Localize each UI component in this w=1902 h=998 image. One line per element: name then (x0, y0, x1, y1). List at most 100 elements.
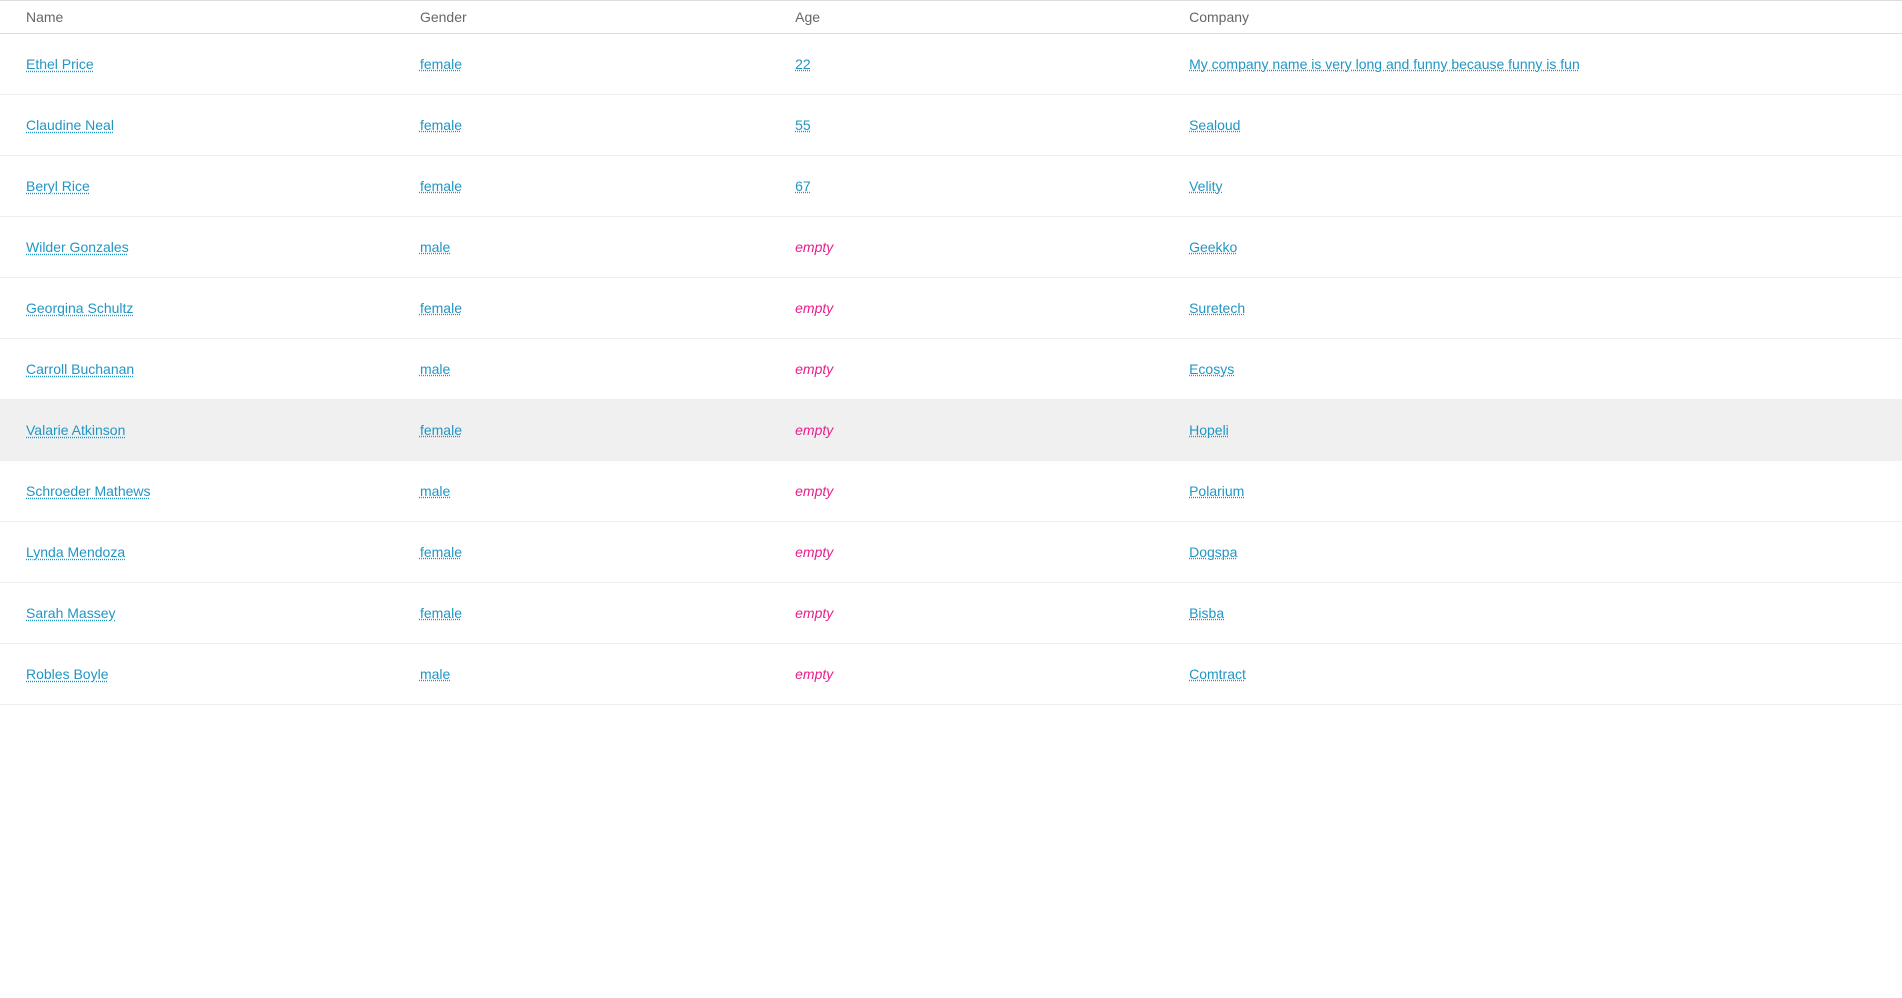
cell-gender: female (420, 56, 795, 72)
age-empty: empty (795, 666, 833, 682)
gender-link[interactable]: male (420, 361, 450, 377)
company-link[interactable]: Bisba (1189, 605, 1224, 621)
table-row: Georgina Schultz female empty Suretech (0, 278, 1902, 339)
cell-gender: male (420, 666, 795, 682)
gender-link[interactable]: female (420, 605, 462, 621)
cell-company: Geekko (1189, 239, 1902, 255)
age-empty: empty (795, 605, 833, 621)
gender-link[interactable]: male (420, 483, 450, 499)
header-gender: Gender (420, 9, 795, 25)
cell-company: Comtract (1189, 666, 1902, 682)
cell-name: Ethel Price (26, 56, 420, 72)
company-link[interactable]: My company name is very long and funny b… (1189, 56, 1580, 72)
company-link[interactable]: Velity (1189, 178, 1222, 194)
table-wrapper: Name Gender Age Company Ethel Price femal… (0, 0, 1902, 705)
table-row: Ethel Price female 22 My company name is ve… (0, 34, 1902, 95)
name-link[interactable]: Ethel Price (26, 56, 94, 72)
cell-company: Sealoud (1189, 117, 1902, 133)
company-link[interactable]: Polarium (1189, 483, 1244, 499)
cell-name: Carroll Buchanan (26, 361, 420, 377)
company-link[interactable]: Suretech (1189, 300, 1245, 316)
table-row: Claudine Neal female 55 Sealoud (0, 95, 1902, 156)
table-row: Lynda Mendoza female empty Dogspa (0, 522, 1902, 583)
cell-name: Lynda Mendoza (26, 544, 420, 560)
name-link[interactable]: Claudine Neal (26, 117, 114, 133)
age-empty: empty (795, 483, 833, 499)
company-link[interactable]: Dogspa (1189, 544, 1237, 560)
cell-name: Beryl Rice (26, 178, 420, 194)
header-name: Name (26, 9, 420, 25)
name-link[interactable]: Schroeder Mathews (26, 483, 151, 499)
age-link[interactable]: 22 (795, 56, 811, 72)
header-age: Age (795, 9, 1189, 25)
cell-age: empty (795, 666, 1189, 682)
name-link[interactable]: Robles Boyle (26, 666, 109, 682)
cell-company: Bisba (1189, 605, 1902, 621)
cell-company: Hopeli (1189, 422, 1902, 438)
cell-name: Robles Boyle (26, 666, 420, 682)
table-row: Robles Boyle male empty Comtract (0, 644, 1902, 705)
cell-gender: female (420, 422, 795, 438)
cell-age: empty (795, 239, 1189, 255)
cell-gender: male (420, 361, 795, 377)
cell-age: empty (795, 300, 1189, 316)
cell-age: 67 (795, 178, 1189, 194)
gender-link[interactable]: male (420, 239, 450, 255)
company-link[interactable]: Geekko (1189, 239, 1237, 255)
cell-company: Ecosys (1189, 361, 1902, 377)
cell-age: empty (795, 483, 1189, 499)
name-link[interactable]: Beryl Rice (26, 178, 90, 194)
age-empty: empty (795, 361, 833, 377)
gender-link[interactable]: female (420, 56, 462, 72)
name-link[interactable]: Carroll Buchanan (26, 361, 134, 377)
cell-company: Suretech (1189, 300, 1902, 316)
name-link[interactable]: Wilder Gonzales (26, 239, 129, 255)
gender-link[interactable]: female (420, 300, 462, 316)
cell-gender: female (420, 178, 795, 194)
cell-gender: female (420, 300, 795, 316)
header-company: Company (1189, 9, 1902, 25)
cell-name: Claudine Neal (26, 117, 420, 133)
gender-link[interactable]: female (420, 178, 462, 194)
cell-age: 22 (795, 56, 1189, 72)
cell-company: Velity (1189, 178, 1902, 194)
cell-age: empty (795, 605, 1189, 621)
cell-age: 55 (795, 117, 1189, 133)
cell-company: Polarium (1189, 483, 1902, 499)
cell-age: empty (795, 544, 1189, 560)
name-link[interactable]: Sarah Massey (26, 605, 115, 621)
cell-gender: male (420, 483, 795, 499)
gender-link[interactable]: male (420, 666, 450, 682)
cell-name: Sarah Massey (26, 605, 420, 621)
table-row: Schroeder Mathews male empty Polarium (0, 461, 1902, 522)
company-link[interactable]: Comtract (1189, 666, 1246, 682)
age-empty: empty (795, 239, 833, 255)
cell-gender: female (420, 544, 795, 560)
age-empty: empty (795, 422, 833, 438)
name-link[interactable]: Georgina Schultz (26, 300, 133, 316)
table-row: Beryl Rice female 67 Velity (0, 156, 1902, 217)
company-link[interactable]: Ecosys (1189, 361, 1234, 377)
cell-gender: female (420, 605, 795, 621)
cell-age: empty (795, 422, 1189, 438)
gender-link[interactable]: female (420, 117, 462, 133)
name-link[interactable]: Lynda Mendoza (26, 544, 125, 560)
age-empty: empty (795, 544, 833, 560)
gender-link[interactable]: female (420, 544, 462, 560)
cell-gender: female (420, 117, 795, 133)
gender-link[interactable]: female (420, 422, 462, 438)
cell-name: Valarie Atkinson (26, 422, 420, 438)
cell-company: My company name is very long and funny b… (1189, 56, 1902, 72)
cell-gender: male (420, 239, 795, 255)
table-body: Ethel Price female 22 My company name is ve… (0, 34, 1902, 705)
age-empty: empty (795, 300, 833, 316)
name-link[interactable]: Valarie Atkinson (26, 422, 125, 438)
company-link[interactable]: Hopeli (1189, 422, 1229, 438)
company-link[interactable]: Sealoud (1189, 117, 1240, 133)
age-link[interactable]: 67 (795, 178, 811, 194)
cell-company: Dogspa (1189, 544, 1902, 560)
cell-age: empty (795, 361, 1189, 377)
age-link[interactable]: 55 (795, 117, 811, 133)
cell-name: Schroeder Mathews (26, 483, 420, 499)
cell-name: Georgina Schultz (26, 300, 420, 316)
